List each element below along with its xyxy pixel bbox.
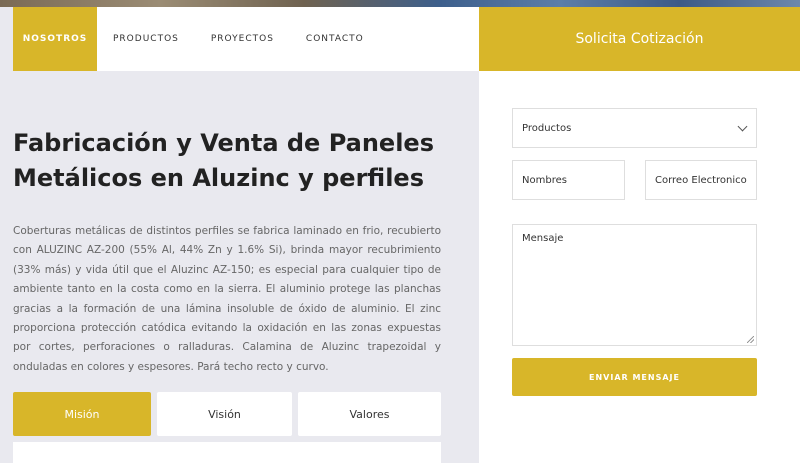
header-banner-image [0,0,800,7]
tab-content-panel [13,442,441,463]
quote-form-title: Solicita Cotización [479,7,800,71]
tab-mision[interactable]: Misión [13,392,151,436]
products-select[interactable]: Productos [512,108,757,148]
send-message-button[interactable]: ENVIAR MENSAJE [512,358,757,396]
email-field-placeholder: Correo Electronico [655,174,747,186]
products-select-value: Productos [522,122,572,134]
name-field[interactable]: Nombres [512,160,625,200]
nav-item-productos[interactable]: PRODUCTOS [97,7,195,71]
chevron-down-icon [737,121,748,132]
page-title: Fabricación y Venta de Paneles Metálicos… [13,126,443,196]
tab-valores[interactable]: Valores [298,392,441,436]
intro-paragraph: Coberturas metálicas de distintos perfil… [13,225,441,373]
resize-handle-icon[interactable] [747,336,754,343]
page-title-line-1: Fabricación y Venta de Paneles [13,129,434,157]
tab-vision[interactable]: Visión [157,392,292,436]
message-field[interactable]: Mensaje [512,224,757,346]
name-field-placeholder: Nombres [522,174,567,186]
nav-item-proyectos[interactable]: PROYECTOS [195,7,290,71]
message-field-placeholder: Mensaje [522,233,564,244]
main-navigation: NOSOTROS PRODUCTOS PROYECTOS CONTACTO [13,7,479,71]
page-title-line-2: Metálicos en Aluzinc y perfiles [13,164,424,192]
email-field[interactable]: Correo Electronico [645,160,757,200]
quote-form: Productos Nombres Correo Electronico Men… [479,71,800,463]
nav-item-nosotros[interactable]: NOSOTROS [13,7,97,71]
nav-item-contacto[interactable]: CONTACTO [290,7,380,71]
